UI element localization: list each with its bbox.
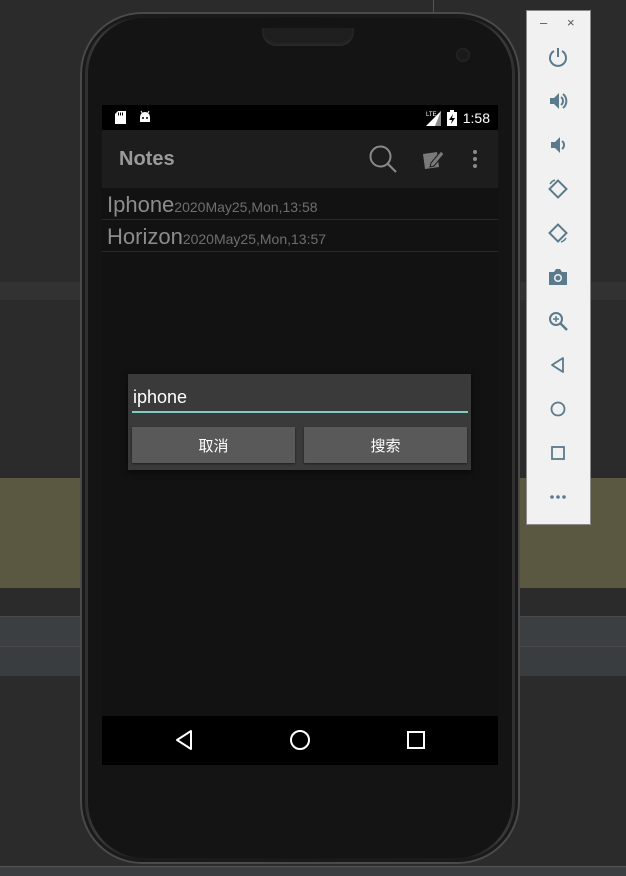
rotate-right-icon: [548, 223, 568, 243]
screenshot-button[interactable]: [544, 263, 572, 291]
volume-down-button[interactable]: [544, 131, 572, 159]
status-bar: LTE 1:58: [102, 105, 498, 130]
home-icon: [550, 401, 566, 417]
close-button[interactable]: ×: [567, 15, 575, 30]
more-icon: [550, 495, 566, 499]
nav-home-icon[interactable]: [288, 728, 312, 752]
note-time: 2020May25,Mon,13:58: [174, 199, 318, 215]
battery-charging-icon: [446, 109, 457, 126]
overview-icon: [551, 446, 565, 460]
home-button[interactable]: [544, 395, 572, 423]
lte-signal-icon: LTE: [425, 110, 441, 126]
android-debug-icon: [140, 110, 150, 122]
navigation-bar: [102, 716, 498, 765]
search-button[interactable]: 搜索: [304, 427, 467, 463]
svg-text:LTE: LTE: [426, 112, 437, 118]
front-camera: [456, 48, 470, 62]
overflow-menu-icon[interactable]: [461, 145, 489, 173]
sd-card-icon: [115, 111, 126, 124]
speaker-grille: [262, 28, 354, 46]
nav-overview-icon[interactable]: [404, 728, 428, 752]
more-button[interactable]: [544, 483, 572, 511]
note-title: Horizon: [107, 224, 183, 249]
volume-up-icon: [550, 93, 568, 109]
action-bar: Notes: [102, 130, 498, 188]
emulator-controls-panel: – ×: [526, 10, 591, 525]
note-time: 2020May25,Mon,13:57: [182, 231, 327, 247]
note-title: Iphone: [107, 192, 175, 217]
back-button[interactable]: [544, 351, 572, 379]
status-bar-right: LTE 1:58: [425, 109, 490, 126]
new-note-icon[interactable]: [419, 145, 447, 173]
overview-button[interactable]: [544, 439, 572, 467]
cancel-button[interactable]: 取消: [132, 427, 295, 463]
volume-down-icon: [551, 137, 565, 153]
app-title: Notes: [119, 148, 175, 170]
camera-icon: [549, 269, 567, 285]
panel-title-bar: – ×: [527, 11, 590, 37]
volume-up-button[interactable]: [544, 87, 572, 115]
zoom-in-icon: [549, 312, 568, 331]
minimize-button[interactable]: –: [540, 15, 547, 30]
rotate-left-icon: [548, 179, 568, 199]
nav-back-icon[interactable]: [173, 728, 197, 752]
status-time: 1:58: [462, 109, 490, 126]
zoom-button[interactable]: [544, 307, 572, 335]
device-screen[interactable]: LTE 1:58 Notes Iphone 2020May25,Mon,13:5…: [102, 105, 498, 765]
rotate-left-button[interactable]: [544, 175, 572, 203]
search-dialog: 取消 搜索: [128, 374, 471, 470]
search-input[interactable]: [132, 383, 468, 413]
power-icon: [549, 48, 567, 67]
back-icon: [551, 357, 564, 373]
power-button[interactable]: [544, 43, 572, 71]
search-icon[interactable]: [369, 145, 397, 173]
rotate-right-button[interactable]: [544, 219, 572, 247]
notes-list: Iphone 2020May25,Mon,13:58 Horizon 2020M…: [102, 188, 498, 252]
list-item[interactable]: Iphone 2020May25,Mon,13:58: [102, 188, 498, 220]
list-item[interactable]: Horizon 2020May25,Mon,13:57: [102, 220, 498, 252]
